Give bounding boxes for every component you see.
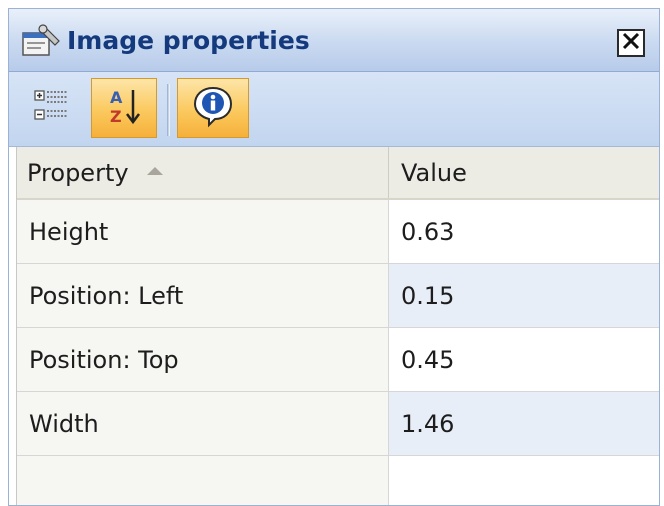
property-grid: Property Value Height 0.63 Position: Lef… [17,147,659,505]
column-header-value[interactable]: Value [389,147,659,198]
info-button[interactable] [177,78,249,138]
property-value[interactable]: 0.63 [389,200,659,263]
property-name: Height [17,200,389,263]
property-name: Position: Top [17,328,389,391]
empty-property-cell [17,456,389,505]
grid-header: Property Value [17,147,659,200]
property-value[interactable]: 0.45 [389,328,659,391]
image-properties-panel: Image properties A Z Property Value Heig… [8,8,660,506]
properties-icon [19,23,63,59]
table-row[interactable]: Height 0.63 [17,200,659,264]
column-header-value-label: Value [401,158,467,187]
categorized-button[interactable] [17,78,87,138]
property-value[interactable]: 0.15 [389,264,659,327]
toolbar: A Z [9,72,659,147]
window-title: Image properties [67,26,310,55]
property-value[interactable]: 1.46 [389,392,659,455]
categorized-icon [32,86,72,130]
property-name: Position: Left [17,264,389,327]
close-button[interactable] [617,29,645,57]
sort-ascending-icon [146,166,163,175]
close-icon [622,32,640,54]
sort-alphabetical-button[interactable]: A Z [91,78,157,138]
svg-text:Z: Z [110,107,122,126]
property-name: Width [17,392,389,455]
table-row[interactable]: Position: Left 0.15 [17,264,659,328]
table-row[interactable]: Width 1.46 [17,392,659,456]
empty-row [17,456,659,505]
svg-text:A: A [110,88,123,107]
title-bar: Image properties [9,9,659,72]
column-header-property-label: Property [27,158,129,187]
toolbar-separator [167,84,170,136]
info-icon [191,84,235,132]
sort-alphabetical-icon: A Z [102,84,146,132]
column-header-property[interactable]: Property [17,147,389,198]
empty-value-cell [389,456,659,505]
table-row[interactable]: Position: Top 0.45 [17,328,659,392]
